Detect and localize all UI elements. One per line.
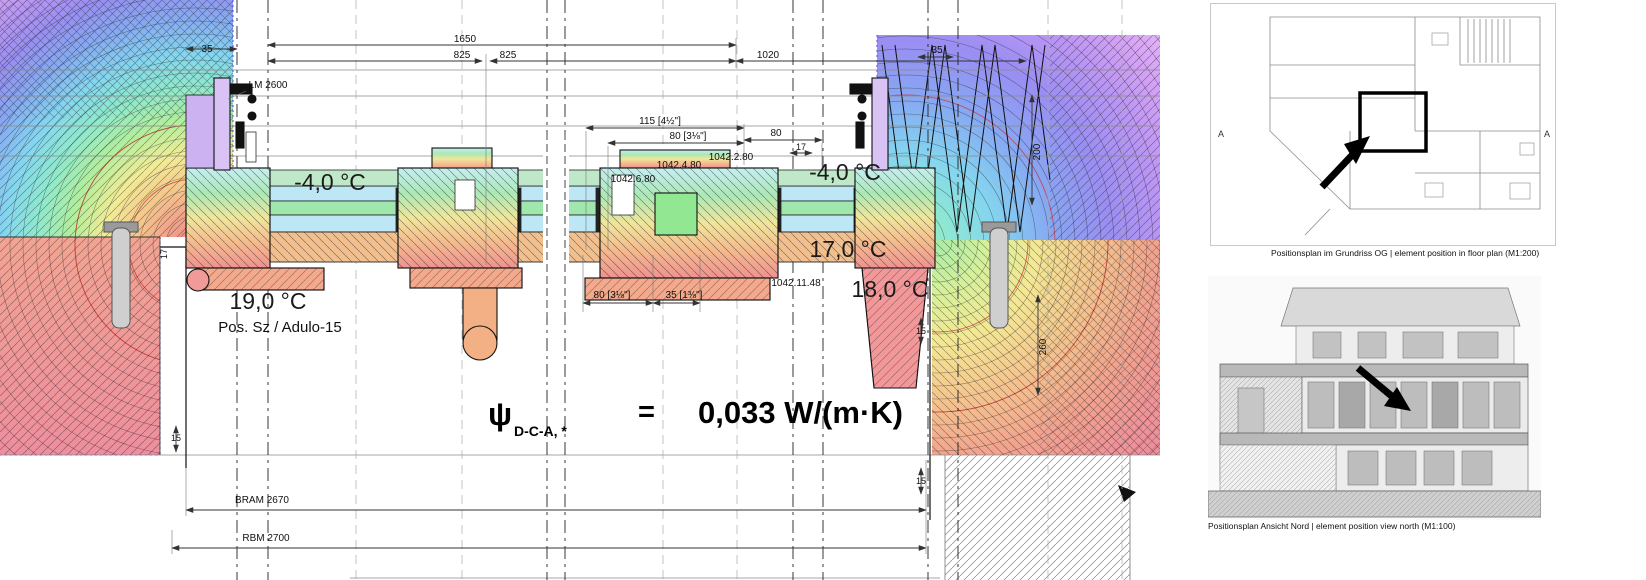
- dim-80: 80: [770, 128, 782, 139]
- section-marker-a-right: A: [1544, 129, 1550, 139]
- lm-2600-label: LM 2600: [249, 80, 288, 91]
- elevation-panel: [1208, 276, 1541, 520]
- temp-outside-left: -4,0 °C: [294, 169, 366, 195]
- part-number-2: 1042.4.80: [657, 160, 702, 171]
- psi-value: 0,033 W/(m·K): [698, 395, 903, 430]
- elevation-caption: Positionsplan Ansicht Nord | element pos…: [1208, 521, 1455, 531]
- dim-200: 200: [1032, 143, 1043, 160]
- temp-surface-18: 18,0 °C: [852, 276, 929, 302]
- dim-35-right: 35: [931, 45, 943, 56]
- thermal-analysis-sheet: 35 LM 2600 1650 825 825 1020 115 [4½"] 8…: [0, 0, 1646, 580]
- dim-260: 260: [1038, 338, 1049, 355]
- dim-1650: 1650: [454, 34, 477, 45]
- temp-outside-right: -4,0 °C: [809, 159, 881, 185]
- part-number-3: 1042.6.80: [611, 174, 656, 185]
- floor-plan-caption: Positionsplan im Grundriss OG | element …: [1271, 248, 1539, 258]
- dim-825-right: 825: [500, 50, 517, 61]
- thermal-simulation-canvas: 35 LM 2600 1650 825 825 1020 115 [4½"] 8…: [0, 0, 1160, 580]
- dim-80-imperial: 80 [3⅛"]: [670, 131, 707, 142]
- psi-value-formula: ψ D-C-A, * = 0,033 W/(m·K): [488, 395, 903, 439]
- dim-bram: BRAM 2670: [235, 495, 289, 506]
- section-marker-a-left: A: [1218, 129, 1224, 139]
- part-number-1: 1042.2.80: [709, 152, 754, 163]
- part-number-4: 1042.11.48: [771, 278, 821, 289]
- position-label: Pos. Sz / Adulo-15: [218, 319, 341, 336]
- dim-80-bottom: 80 [3⅛"]: [594, 290, 631, 301]
- section-break: [543, 132, 569, 318]
- floor-plan-panel: A A: [1210, 3, 1556, 246]
- dim-15-right-upper: 15: [916, 326, 926, 336]
- dim-35-bottom: 35 [1⅜"]: [666, 290, 703, 301]
- equals-sign: =: [638, 396, 655, 428]
- dim-825-left: 825: [454, 50, 471, 61]
- dim-17-left: 17: [159, 249, 169, 259]
- dim-35-left: 35: [201, 44, 213, 55]
- dim-1020: 1020: [757, 50, 780, 61]
- temp-inside-19: 19,0 °C: [230, 288, 307, 314]
- frame-middle-mullion: [398, 148, 522, 360]
- dim-15-left: 15: [171, 433, 181, 443]
- temp-surface-17: 17,0 °C: [810, 236, 887, 262]
- frame-right-unit: [585, 150, 778, 300]
- below-grade-hatch: [945, 455, 1136, 580]
- dim-15-right-lower: 15: [916, 476, 926, 486]
- dim-17: 17: [796, 142, 806, 152]
- dim-rbm: RBM 2700: [242, 533, 290, 544]
- psi-symbol: ψ: [488, 396, 512, 432]
- psi-subscript: D-C-A, *: [514, 423, 567, 439]
- dim-115: 115 [4½"]: [639, 116, 681, 127]
